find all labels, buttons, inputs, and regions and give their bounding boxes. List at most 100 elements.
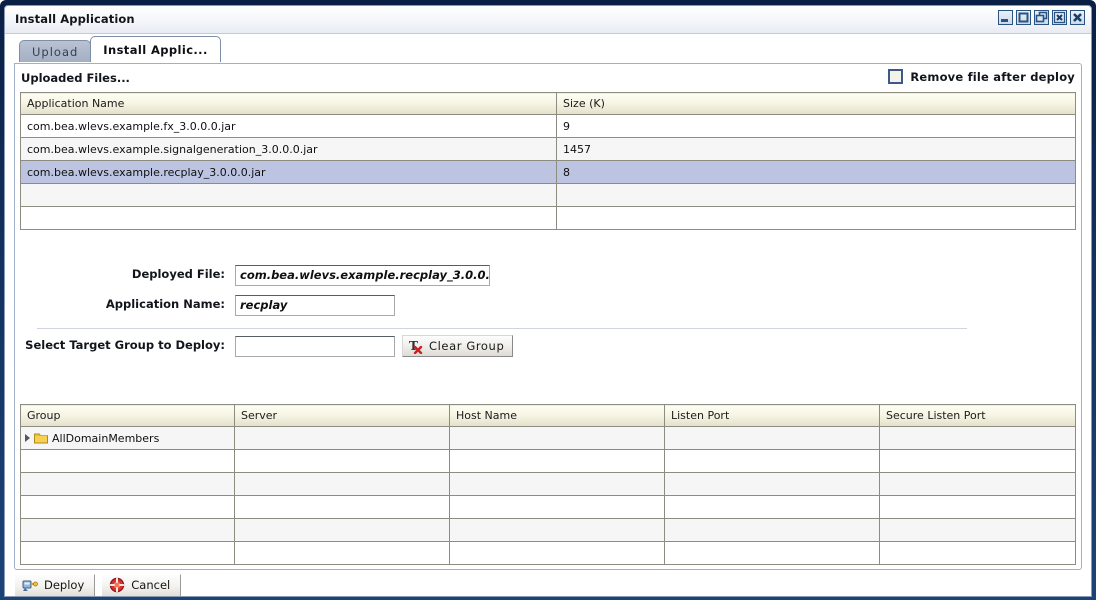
- group-col-host-name[interactable]: Host Name: [449, 404, 665, 427]
- cancel-icon: [109, 577, 125, 593]
- window-inner: Install Application Upload Install Appli…: [4, 5, 1092, 597]
- tab-upload[interactable]: Upload: [19, 40, 92, 62]
- file-size-cell: 8: [556, 160, 1076, 184]
- install-application-window: Install Application Upload Install Appli…: [0, 0, 1096, 600]
- group-table-header-row: Group Server Host Name Listen Port Secur…: [20, 404, 1076, 427]
- secure-listen-port-cell: [879, 518, 1076, 542]
- secure-listen-port-cell: [879, 449, 1076, 473]
- table-row[interactable]: [20, 518, 1076, 542]
- group-col-server[interactable]: Server: [234, 404, 450, 427]
- uploaded-files-heading: Uploaded Files...: [21, 71, 130, 85]
- table-row[interactable]: [20, 541, 1076, 565]
- listen-port-cell: [664, 495, 880, 519]
- expand-triangle-icon[interactable]: [25, 434, 30, 442]
- table-row[interactable]: AllDomainMembers: [20, 426, 1076, 450]
- host-name-cell: [449, 495, 665, 519]
- group-cell: [20, 518, 235, 542]
- tab-install-application[interactable]: Install Applic...: [90, 36, 221, 62]
- cancel-button[interactable]: Cancel: [101, 573, 182, 596]
- deployed-file-input[interactable]: com.bea.wlevs.example.recplay_3.0.0.0.ja…: [235, 265, 490, 286]
- listen-port-cell: [664, 472, 880, 496]
- minimize-button[interactable]: [998, 10, 1013, 25]
- deploy-icon: [22, 580, 38, 591]
- files-col-application-name[interactable]: Application Name: [20, 92, 557, 115]
- application-name-input[interactable]: recplay: [235, 295, 395, 316]
- server-cell: [234, 472, 450, 496]
- file-size-cell: [556, 206, 1076, 230]
- server-cell: [234, 518, 450, 542]
- deployed-file-row: Deployed File: com.bea.wlevs.example.rec…: [15, 261, 1081, 291]
- tab-upload-label: Upload: [32, 44, 79, 59]
- maximize-button[interactable]: [1016, 10, 1031, 25]
- file-size-cell: 1457: [556, 137, 1076, 161]
- window-frame: Install Application Upload Install Appli…: [0, 0, 1096, 600]
- tab-install-application-label: Install Applic...: [103, 42, 208, 57]
- deploy-button[interactable]: Deploy: [14, 573, 96, 596]
- clear-group-button[interactable]: T Clear Group: [402, 335, 514, 357]
- table-row[interactable]: com.bea.wlevs.example.recplay_3.0.0.0.ja…: [20, 160, 1076, 184]
- tab-strip: Upload Install Applic...: [5, 34, 1091, 62]
- table-row[interactable]: [20, 183, 1076, 207]
- deployment-form: Deployed File: com.bea.wlevs.example.rec…: [15, 261, 1081, 362]
- group-cell: [20, 449, 235, 473]
- window-controls: [998, 10, 1085, 25]
- group-cell: [20, 495, 235, 519]
- secure-listen-port-cell: [879, 426, 1076, 450]
- close-boxed-button[interactable]: [1052, 10, 1067, 25]
- listen-port-cell: [664, 426, 880, 450]
- remove-file-after-deploy-checkbox[interactable]: [888, 69, 904, 84]
- tree-node[interactable]: AllDomainMembers: [23, 432, 234, 445]
- server-cell: [234, 495, 450, 519]
- cancel-label: Cancel: [131, 578, 171, 592]
- close-icon[interactable]: [1070, 10, 1085, 25]
- file-application-name-cell: [20, 206, 557, 230]
- application-name-label: Application Name:: [105, 297, 225, 311]
- host-name-cell: [449, 518, 665, 542]
- group-cell: [20, 472, 235, 496]
- secure-listen-port-cell: [879, 472, 1076, 496]
- remove-file-after-deploy-control[interactable]: Remove file after deploy: [888, 69, 1075, 84]
- host-name-cell: [449, 472, 665, 496]
- table-row[interactable]: [20, 472, 1076, 496]
- uploaded-files-table: Application Name Size (K) com.bea.wlevs.…: [20, 92, 1076, 230]
- table-row[interactable]: com.bea.wlevs.example.fx_3.0.0.0.jar 9: [20, 114, 1076, 138]
- host-name-cell: [449, 449, 665, 473]
- secure-listen-port-cell: [879, 495, 1076, 519]
- listen-port-cell: [664, 449, 880, 473]
- target-group-table: Group Server Host Name Listen Port Secur…: [20, 404, 1076, 565]
- table-row[interactable]: com.bea.wlevs.example.signalgeneration_3…: [20, 137, 1076, 161]
- file-application-name-cell: com.bea.wlevs.example.fx_3.0.0.0.jar: [20, 114, 557, 138]
- files-table-header-row: Application Name Size (K): [20, 92, 1076, 115]
- table-row[interactable]: [20, 449, 1076, 473]
- clear-group-icon: T: [409, 339, 423, 354]
- listen-port-cell: [664, 518, 880, 542]
- file-size-cell: [556, 183, 1076, 207]
- group-col-secure-listen-port[interactable]: Secure Listen Port: [879, 404, 1076, 427]
- restore-button[interactable]: [1034, 10, 1049, 25]
- table-row[interactable]: [20, 495, 1076, 519]
- application-name-row: Application Name: recplay: [15, 291, 1081, 321]
- table-row[interactable]: [20, 206, 1076, 230]
- server-cell: [234, 449, 450, 473]
- listen-port-cell: [664, 541, 880, 565]
- file-application-name-cell: com.bea.wlevs.example.recplay_3.0.0.0.ja…: [20, 160, 557, 184]
- folder-icon: [34, 432, 48, 444]
- group-cell: AllDomainMembers: [20, 426, 235, 450]
- group-col-group[interactable]: Group: [20, 404, 235, 427]
- remove-file-after-deploy-label: Remove file after deploy: [910, 69, 1075, 84]
- server-cell: [234, 426, 450, 450]
- clear-group-label: Clear Group: [429, 339, 505, 353]
- files-col-size[interactable]: Size (K): [556, 92, 1076, 115]
- group-name-label: AllDomainMembers: [52, 431, 160, 445]
- window-title: Install Application: [15, 12, 135, 26]
- form-divider: [37, 328, 967, 329]
- secure-listen-port-cell: [879, 541, 1076, 565]
- uploaded-files-bar: Uploaded Files... Remove file after depl…: [15, 64, 1081, 92]
- title-bar: Install Application: [5, 6, 1091, 34]
- target-group-label: Select Target Group to Deploy:: [25, 338, 225, 352]
- host-name-cell: [449, 426, 665, 450]
- target-group-row: Select Target Group to Deploy: T Clear G…: [15, 332, 1081, 362]
- group-col-listen-port[interactable]: Listen Port: [664, 404, 880, 427]
- file-application-name-cell: com.bea.wlevs.example.signalgeneration_3…: [20, 137, 557, 161]
- target-group-input[interactable]: [235, 336, 395, 357]
